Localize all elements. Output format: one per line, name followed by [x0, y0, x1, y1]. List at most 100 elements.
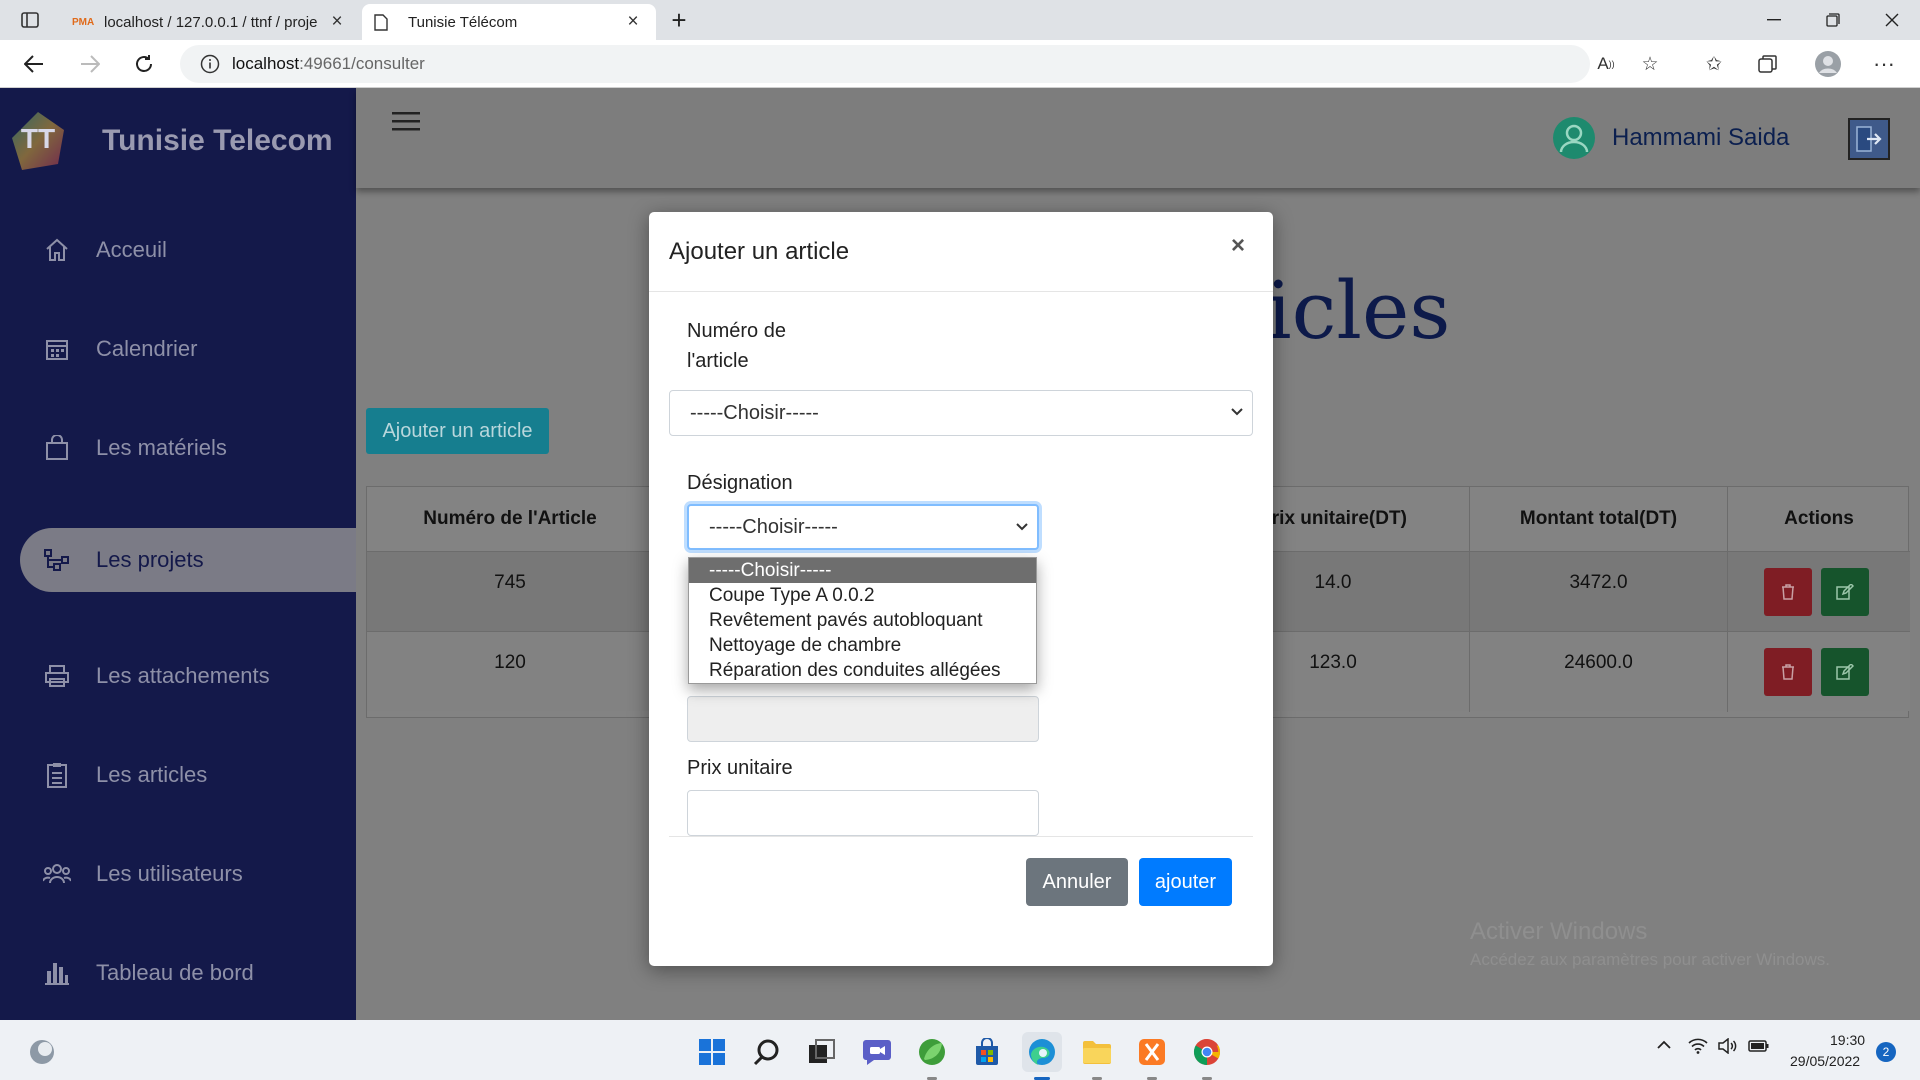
sidebar-item-utilisateurs[interactable]: Les utilisateurs [20, 842, 356, 906]
page-title: icles [1266, 264, 1451, 357]
windows-activation-title: Activer Windows [1470, 918, 1648, 945]
info-icon[interactable] [200, 54, 220, 74]
delete-button[interactable] [1764, 568, 1812, 616]
menu-toggle-icon[interactable] [392, 110, 420, 132]
sidebar-item-projets[interactable]: Les projets [20, 528, 356, 592]
logout-icon [1855, 125, 1883, 153]
minimize-icon[interactable] [1746, 0, 1802, 40]
user-name: Hammami Saida [1612, 124, 1790, 151]
sidebar-item-label: Les utilisateurs [96, 861, 243, 886]
column-header: Montant total(DT) [1470, 487, 1728, 551]
windows-activation-subtitle: Accédez aux paramètres pour activer Wind… [1470, 950, 1830, 969]
edge-icon[interactable] [1022, 1032, 1062, 1080]
tab-title: localhost / 127.0.0.1 / ttnf / proje [104, 13, 318, 31]
delete-button[interactable] [1764, 648, 1812, 696]
app-leaf-icon[interactable] [912, 1032, 952, 1080]
dropdown-option[interactable]: Réparation des conduites allégées [689, 658, 1036, 683]
battery-icon[interactable] [1748, 1038, 1770, 1054]
cell-montant: 3472.0 [1470, 552, 1728, 632]
clock-date[interactable]: 29/05/2022 [1790, 1053, 1860, 1069]
tab-actions-icon[interactable] [12, 2, 48, 38]
divider [669, 836, 1253, 837]
notification-badge[interactable]: 2 [1876, 1042, 1896, 1062]
sidebar-item-label: Acceuil [96, 237, 167, 262]
edit-icon [1836, 584, 1854, 600]
add-button[interactable]: ajouter [1139, 858, 1232, 906]
designation-label: Désignation [687, 472, 793, 494]
new-tab-button[interactable]: + [652, 0, 706, 40]
favorites-icon[interactable]: ✩ [1696, 46, 1732, 82]
cancel-button[interactable]: Annuler [1026, 858, 1128, 906]
close-icon[interactable]: × [1231, 232, 1245, 260]
sidebar-item-articles[interactable]: Les articles [20, 743, 356, 807]
sidebar-item-label: Les matériels [96, 435, 227, 460]
dropdown-option[interactable]: Nettoyage de chambre [689, 633, 1036, 658]
sidebar-item-attachements[interactable]: Les attachements [20, 644, 356, 708]
edit-button[interactable] [1821, 568, 1869, 616]
edit-button[interactable] [1821, 648, 1869, 696]
edit-icon [1836, 664, 1854, 680]
clock-time[interactable]: 19:30 [1830, 1032, 1865, 1048]
store-icon[interactable] [967, 1032, 1007, 1072]
sidebar-item-tableau-de-bord[interactable]: Tableau de bord [20, 941, 356, 1005]
chrome-icon[interactable] [1187, 1032, 1227, 1080]
back-icon[interactable] [16, 46, 52, 82]
windows-taskbar: 19:30 29/05/2022 2 [0, 1020, 1920, 1080]
designation-select[interactable]: -----Choisir----- [687, 504, 1039, 550]
close-icon[interactable]: × [622, 11, 644, 33]
cell-numero: 120 [367, 632, 654, 712]
prix-unitaire-label: Prix unitaire [687, 757, 793, 779]
wifi-icon[interactable] [1688, 1038, 1708, 1054]
page-content: TT Tunisie Telecom Acceuil Calendrier Le… [0, 88, 1920, 1020]
select-value: -----Choisir----- [709, 515, 838, 538]
more-options-icon[interactable]: ··· [1866, 46, 1902, 82]
add-article-button[interactable]: Ajouter un article [366, 408, 549, 454]
readonly-field[interactable] [687, 696, 1039, 742]
sidebar-item-acceuil[interactable]: Acceuil [20, 218, 356, 282]
sidebar-item-calendrier[interactable]: Calendrier [20, 317, 356, 381]
search-icon[interactable] [747, 1032, 787, 1072]
chevron-down-icon [1230, 407, 1244, 417]
browser-tab-bar: PMA localhost / 127.0.0.1 / ttnf / proje… [0, 0, 1920, 40]
profile-avatar-icon[interactable] [1810, 46, 1846, 82]
divider [649, 291, 1273, 292]
widgets-icon[interactable] [22, 1032, 62, 1072]
brand[interactable]: TT Tunisie Telecom [8, 108, 333, 174]
dropdown-option[interactable]: Revêtement pavés autobloquant [689, 608, 1036, 633]
numero-select[interactable]: -----Choisir----- [669, 390, 1253, 436]
xampp-icon[interactable] [1132, 1032, 1172, 1080]
add-favorite-icon[interactable]: ☆ [1632, 46, 1668, 82]
file-explorer-icon[interactable] [1077, 1032, 1117, 1080]
refresh-icon[interactable] [126, 46, 162, 82]
tab-tunisie-telecom[interactable]: Tunisie Télécom × [362, 4, 656, 40]
chat-icon[interactable] [857, 1032, 897, 1072]
dropdown-option[interactable]: -----Choisir----- [689, 558, 1036, 583]
trash-icon [1781, 664, 1795, 680]
forward-icon[interactable] [72, 46, 108, 82]
cell-numero: 745 [367, 552, 654, 632]
sidebar-item-materiels[interactable]: Les matériels [20, 416, 356, 480]
read-aloud-icon[interactable]: A)) [1588, 46, 1624, 82]
brand-title: Tunisie Telecom [102, 124, 333, 157]
collections-icon[interactable] [1750, 46, 1786, 82]
dropdown-option[interactable]: Coupe Type A 0.0.2 [689, 583, 1036, 608]
restore-icon[interactable] [1805, 0, 1861, 40]
sidebar-item-label: Tableau de bord [96, 960, 254, 985]
printer-icon [40, 659, 74, 693]
volume-icon[interactable] [1718, 1038, 1738, 1054]
user-profile[interactable]: Hammami Saida [1552, 116, 1789, 160]
designation-dropdown-list: -----Choisir----- Coupe Type A 0.0.2 Rev… [688, 557, 1037, 684]
tab-title: Tunisie Télécom [408, 13, 518, 31]
close-window-icon[interactable] [1864, 0, 1920, 40]
select-value: -----Choisir----- [690, 401, 819, 424]
tab-phpmyadmin[interactable]: PMA localhost / 127.0.0.1 / ttnf / proje… [60, 4, 360, 40]
start-icon[interactable] [692, 1032, 732, 1072]
task-view-icon[interactable] [802, 1032, 842, 1072]
prix-unitaire-input[interactable] [687, 790, 1039, 836]
address-bar[interactable]: localhost:49661/consulter [180, 45, 1590, 83]
logout-button[interactable] [1848, 118, 1890, 160]
chevron-up-icon[interactable] [1656, 1040, 1672, 1050]
sidebar: TT Tunisie Telecom Acceuil Calendrier Le… [0, 88, 356, 1020]
close-icon[interactable]: × [326, 11, 348, 33]
trash-icon [1781, 584, 1795, 600]
